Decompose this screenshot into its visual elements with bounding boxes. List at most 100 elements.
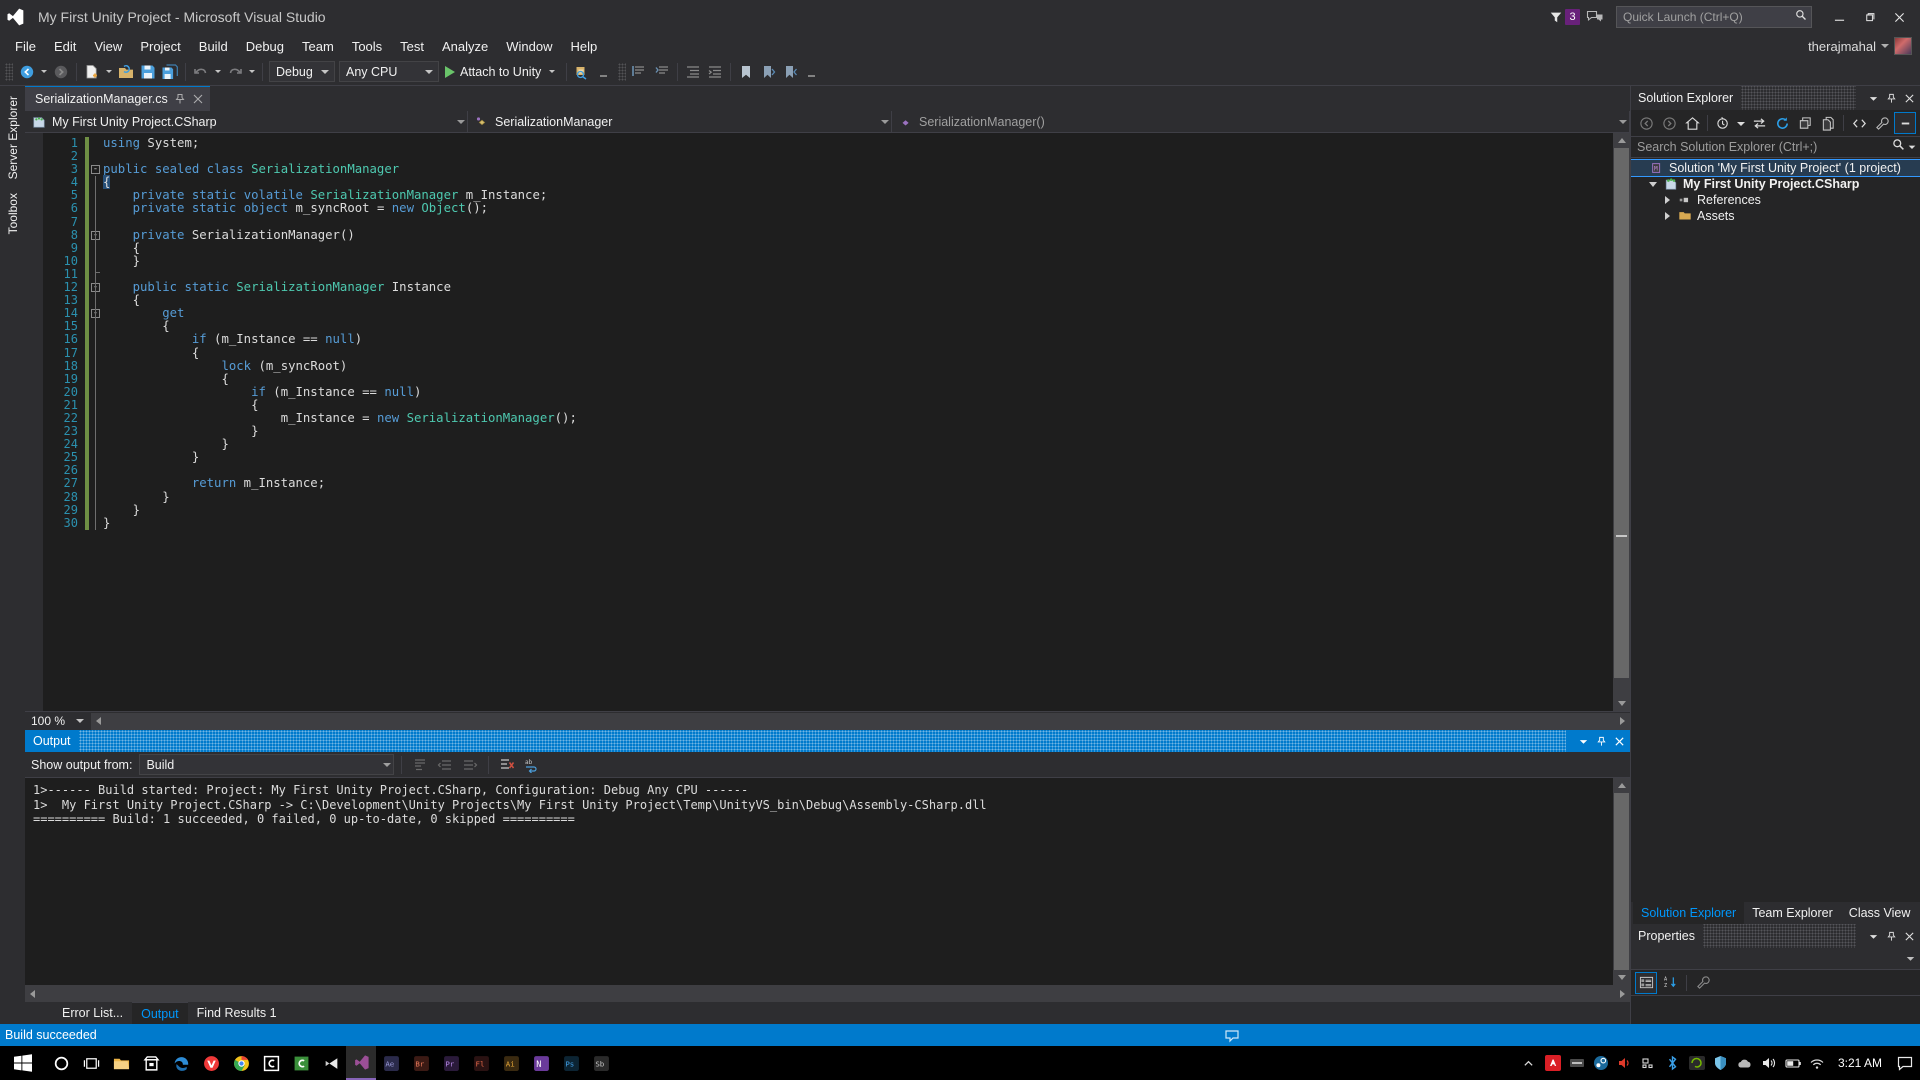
pending-changes-filter-icon[interactable] bbox=[1712, 112, 1734, 134]
visual-studio-icon[interactable] bbox=[346, 1046, 376, 1080]
chevron-down-icon[interactable] bbox=[1881, 44, 1889, 48]
code-line[interactable]: } bbox=[103, 254, 1613, 268]
menu-project[interactable]: Project bbox=[131, 37, 189, 56]
toolbar-overflow-icon[interactable] bbox=[801, 61, 823, 83]
show-all-files-icon[interactable] bbox=[1817, 112, 1839, 134]
magnifier-icon[interactable] bbox=[1892, 138, 1905, 156]
toggle-word-wrap-icon[interactable]: ab bbox=[521, 754, 543, 776]
categorized-view-icon[interactable] bbox=[1635, 971, 1657, 994]
scroll-up-arrow[interactable] bbox=[1613, 133, 1630, 148]
outlining-collapse-icon[interactable]: - bbox=[91, 165, 100, 175]
menu-team[interactable]: Team bbox=[293, 37, 343, 56]
chevron-down-icon[interactable] bbox=[1908, 138, 1916, 156]
illustrator-icon[interactable]: Ai bbox=[496, 1046, 526, 1080]
code-line[interactable]: { bbox=[103, 241, 1613, 255]
new-item-dropdown[interactable] bbox=[103, 61, 115, 83]
code-line[interactable]: } bbox=[103, 503, 1613, 517]
scrollbar-thumb[interactable] bbox=[1614, 793, 1629, 983]
quick-launch-box[interactable] bbox=[1616, 6, 1812, 28]
nvidia-icon[interactable] bbox=[1568, 1054, 1586, 1072]
code-line[interactable]: public static SerializationManager Insta… bbox=[103, 280, 1613, 294]
menu-window[interactable]: Window bbox=[497, 37, 561, 56]
wifi-icon[interactable] bbox=[1808, 1054, 1826, 1072]
code-line[interactable]: { bbox=[103, 294, 1613, 307]
battery-icon[interactable] bbox=[1784, 1054, 1802, 1072]
feedback-icon[interactable] bbox=[1586, 9, 1604, 25]
code-line[interactable]: } bbox=[103, 516, 1613, 530]
menu-analyze[interactable]: Analyze bbox=[433, 37, 497, 56]
bookmark-icon[interactable] bbox=[735, 61, 757, 83]
scrollbar-thumb[interactable] bbox=[1614, 148, 1629, 678]
unity-editor-icon[interactable] bbox=[316, 1046, 346, 1080]
output-source-dropdown[interactable]: Build bbox=[139, 754, 395, 775]
solution-configuration-dropdown[interactable]: Debug bbox=[269, 61, 335, 82]
properties-object-dropdown[interactable] bbox=[1631, 948, 1920, 970]
scroll-down-arrow[interactable] bbox=[1613, 970, 1630, 985]
panel-drag-handle[interactable] bbox=[1741, 86, 1856, 110]
notifications-button[interactable]: 3 bbox=[1549, 9, 1580, 25]
windows-start-icon[interactable] bbox=[0, 1046, 46, 1080]
onedrive-icon[interactable] bbox=[1736, 1054, 1754, 1072]
scroll-up-arrow[interactable] bbox=[1613, 778, 1630, 793]
tab-team-explorer[interactable]: Team Explorer bbox=[1744, 902, 1841, 924]
toolbar-overflow-icon[interactable] bbox=[593, 61, 615, 83]
code-line[interactable]: if (m_Instance == null) bbox=[103, 333, 1613, 346]
menu-view[interactable]: View bbox=[85, 37, 131, 56]
close-button[interactable] bbox=[1884, 4, 1914, 30]
view-code-icon[interactable] bbox=[1848, 112, 1870, 134]
close-icon[interactable] bbox=[192, 93, 204, 105]
tab-find-results-1[interactable]: Find Results 1 bbox=[188, 1002, 286, 1024]
breadcrumb-member-dropdown[interactable]: SerializationManager() bbox=[892, 110, 1630, 133]
scroll-left-arrow[interactable] bbox=[96, 717, 101, 725]
cortana-search-icon[interactable] bbox=[46, 1046, 76, 1080]
output-text[interactable]: 1>------ Build started: Project: My Firs… bbox=[25, 778, 1613, 985]
minimize-button[interactable] bbox=[1824, 4, 1854, 30]
tab-error-list[interactable]: Error List... bbox=[53, 1002, 132, 1024]
editor-horizontal-scrollbar[interactable] bbox=[91, 712, 1630, 730]
tree-node[interactable]: References bbox=[1631, 192, 1920, 208]
code-line[interactable]: get bbox=[103, 307, 1613, 320]
chevron-right-icon[interactable] bbox=[1661, 192, 1673, 208]
save-all-icon[interactable] bbox=[159, 61, 181, 83]
previous-bookmark-icon[interactable] bbox=[757, 61, 779, 83]
toolbar-grip[interactable] bbox=[5, 62, 13, 81]
steam-icon[interactable] bbox=[1592, 1054, 1610, 1072]
output-vertical-scrollbar[interactable] bbox=[1613, 778, 1630, 985]
bluetooth-icon[interactable] bbox=[1664, 1054, 1682, 1072]
close-icon[interactable] bbox=[1610, 731, 1628, 751]
code-line[interactable]: return m_Instance; bbox=[103, 477, 1613, 490]
microsoft-store-icon[interactable] bbox=[136, 1046, 166, 1080]
avatar[interactable] bbox=[1894, 37, 1912, 55]
collapse-all-icon[interactable] bbox=[1794, 112, 1816, 134]
properties-window-icon[interactable] bbox=[1871, 112, 1893, 134]
windows-defender-icon[interactable] bbox=[1712, 1054, 1730, 1072]
show-hidden-icons-icon[interactable] bbox=[1520, 1054, 1538, 1072]
onenote-icon[interactable]: N bbox=[526, 1046, 556, 1080]
panel-drag-handle[interactable] bbox=[78, 730, 1566, 752]
new-item-icon[interactable] bbox=[81, 61, 103, 83]
quick-launch-input[interactable] bbox=[1623, 10, 1795, 24]
find-in-files-icon[interactable] bbox=[571, 61, 593, 83]
solution-platform-dropdown[interactable]: Any CPU bbox=[339, 61, 439, 82]
network-icon[interactable] bbox=[1640, 1054, 1658, 1072]
tab-output[interactable]: Output bbox=[132, 1002, 188, 1024]
tree-node[interactable]: My First Unity Project.CSharp bbox=[1631, 176, 1920, 192]
tab-solution-explorer[interactable]: Solution Explorer bbox=[1633, 902, 1745, 924]
close-icon[interactable] bbox=[1900, 926, 1918, 946]
chevron-down-icon[interactable] bbox=[1735, 112, 1747, 134]
menu-tools[interactable]: Tools bbox=[343, 37, 391, 56]
code-text[interactable]: using System; public sealed class Seriali… bbox=[103, 133, 1613, 711]
code-line[interactable]: } bbox=[103, 425, 1613, 438]
tree-node[interactable]: Assets bbox=[1631, 208, 1920, 224]
code-line[interactable]: public sealed class SerializationManager bbox=[103, 163, 1613, 176]
editor-vertical-scrollbar[interactable] bbox=[1613, 133, 1630, 711]
breadcrumb-type-dropdown[interactable]: SerializationManager bbox=[468, 110, 892, 133]
navigate-back-icon[interactable] bbox=[16, 61, 38, 83]
code-editor[interactable]: 1 2 3 4 5 6 7 8 9 10 11 12 13 14 15 16 17 18 19 20 21 22 23 24 2… bbox=[25, 133, 1613, 711]
chevron-down-icon[interactable] bbox=[73, 719, 87, 723]
sidebar-item-toolbox[interactable]: Toolbox bbox=[6, 193, 20, 234]
tab-class-view[interactable]: Class View bbox=[1841, 902, 1919, 924]
notification-icon[interactable] bbox=[1224, 1027, 1240, 1043]
menu-file[interactable]: File bbox=[6, 37, 45, 56]
pin-icon[interactable] bbox=[1592, 731, 1610, 751]
